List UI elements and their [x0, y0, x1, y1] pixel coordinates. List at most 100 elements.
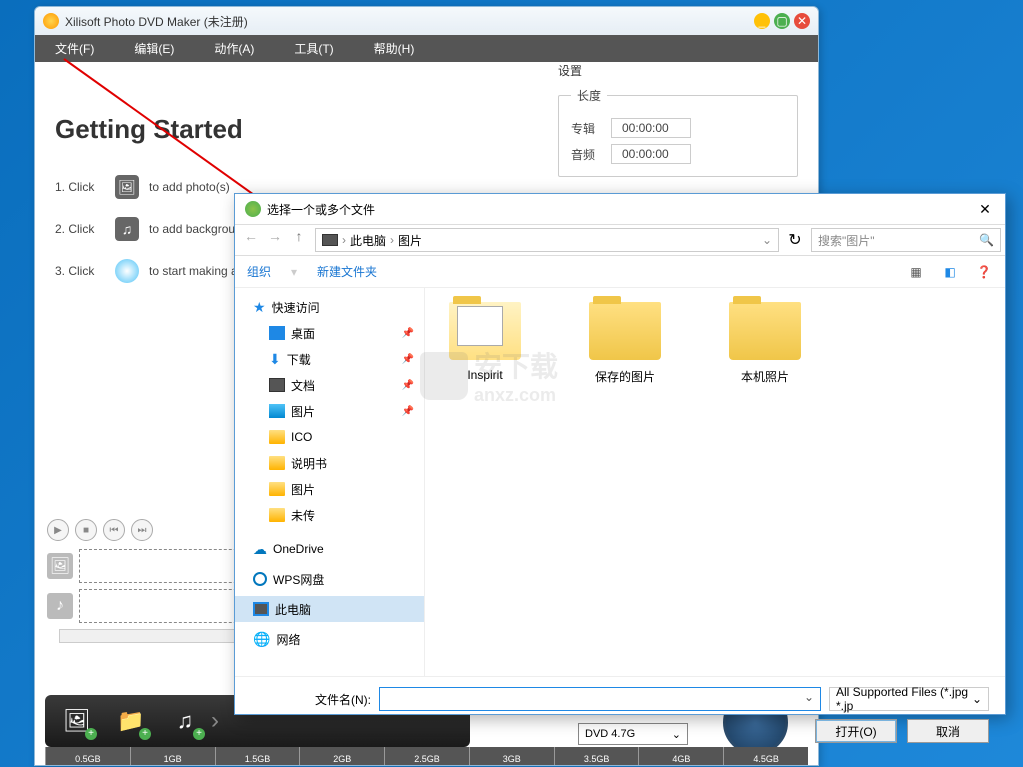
length-legend: 长度: [571, 87, 607, 104]
tree-pictures[interactable]: 图片📌: [235, 398, 424, 424]
dialog-title: 选择一个或多个文件: [267, 201, 375, 218]
folder-tree: ★快速访问 桌面📌 ⬇下载📌 文档📌 图片📌 ICO 说明书 图片 未传 ☁On…: [235, 288, 425, 676]
menu-file[interactable]: 文件(F): [55, 40, 94, 57]
dialog-icon: [245, 201, 261, 217]
cloud-icon: ☁: [253, 541, 267, 558]
refresh-button[interactable]: ↻: [783, 230, 807, 250]
folder-inspirit[interactable]: Inspirit: [435, 302, 535, 382]
folder-icon: [269, 430, 285, 444]
add-photo-icon[interactable]: 🖼: [115, 175, 139, 199]
dialog-close-button[interactable]: ✕: [975, 201, 995, 218]
tree-ico[interactable]: ICO: [235, 424, 424, 450]
length-fieldset: 长度 专辑 00:00:00 音频 00:00:00: [558, 87, 798, 177]
settings-panel: 设置 长度 专辑 00:00:00 音频 00:00:00: [558, 62, 798, 177]
add-photo-button[interactable]: 🖼+: [59, 704, 95, 738]
step2-num: 2. Click: [55, 222, 105, 236]
dialog-toolbar: 组织 ▾ 新建文件夹 ▦ ◧ ❓: [235, 256, 1005, 288]
pictures-icon: [269, 404, 285, 418]
breadcrumb-sep-icon: ›: [342, 233, 346, 247]
tree-quickaccess[interactable]: ★快速访问: [235, 294, 424, 320]
organize-button[interactable]: 组织: [247, 263, 271, 280]
tree-manual[interactable]: 说明书: [235, 450, 424, 476]
tree-network[interactable]: 🌐网络: [235, 626, 424, 652]
pin-icon: 📌: [402, 328, 414, 339]
pin-icon: 📌: [402, 406, 414, 417]
add-folder-button[interactable]: 📁+: [113, 704, 149, 738]
step1-num: 1. Click: [55, 180, 105, 194]
open-button[interactable]: 打开(O): [815, 719, 897, 743]
menu-tool[interactable]: 工具(T): [294, 40, 333, 57]
add-music-button[interactable]: ♫+: [167, 704, 203, 738]
download-icon: ⬇: [269, 351, 281, 368]
dialog-navbar: ← → ↑ › 此电脑 › 图片 ⌄ ↻ 搜索"图片" 🔍: [235, 224, 1005, 256]
nav-up-button[interactable]: ↑: [287, 228, 311, 252]
folder-icon: [589, 302, 661, 360]
file-grid: Inspirit 保存的图片 本机照片: [425, 288, 1005, 676]
menu-action[interactable]: 动作(A): [214, 40, 254, 57]
folder-icon: [449, 302, 521, 360]
breadcrumb-root[interactable]: 此电脑: [350, 232, 386, 249]
folder-icon: [269, 508, 285, 522]
audio-label: 音频: [571, 146, 611, 163]
help-button[interactable]: ❓: [975, 264, 993, 280]
nav-forward-button[interactable]: →: [263, 228, 287, 252]
tree-downloads[interactable]: ⬇下载📌: [235, 346, 424, 372]
breadcrumb-folder[interactable]: 图片: [398, 232, 422, 249]
dialog-titlebar: 选择一个或多个文件 ✕: [235, 194, 1005, 224]
next-button[interactable]: ⏭: [131, 519, 153, 541]
folder-icon: [269, 456, 285, 470]
thispc-icon: [253, 602, 269, 616]
play-button[interactable]: ▶: [47, 519, 69, 541]
step3-num: 3. Click: [55, 264, 105, 278]
dialog-bottom: 文件名(N): All Supported Files (*.jpg *.jp⌄…: [235, 676, 1005, 748]
app-title: Xilisoft Photo DVD Maker (未注册): [65, 13, 248, 30]
settings-label: 设置: [558, 62, 798, 79]
menu-edit[interactable]: 编辑(E): [134, 40, 174, 57]
tree-desktop[interactable]: 桌面📌: [235, 320, 424, 346]
star-icon: ★: [253, 299, 266, 316]
titlebar: Xilisoft Photo DVD Maker (未注册) _ ▢ ✕: [35, 7, 818, 35]
filetype-filter[interactable]: All Supported Files (*.jpg *.jp⌄: [829, 687, 989, 711]
desktop-icon: [269, 326, 285, 340]
folder-saved-pictures[interactable]: 保存的图片: [575, 302, 675, 385]
tree-thispc[interactable]: 此电脑: [235, 596, 424, 622]
cancel-button[interactable]: 取消: [907, 719, 989, 743]
path-chevron-down-icon[interactable]: ⌄: [762, 233, 772, 247]
view-thumbnail-button[interactable]: ▦: [907, 264, 925, 280]
view-preview-button[interactable]: ◧: [941, 264, 959, 280]
document-icon: [269, 378, 285, 392]
breadcrumb-sep-icon: ›: [390, 233, 394, 247]
tree-untransferred[interactable]: 未传: [235, 502, 424, 528]
tree-documents[interactable]: 文档📌: [235, 372, 424, 398]
stop-button[interactable]: ■: [75, 519, 97, 541]
file-open-dialog: 选择一个或多个文件 ✕ ← → ↑ › 此电脑 › 图片 ⌄ ↻ 搜索"图片" …: [234, 193, 1006, 715]
tree-wps[interactable]: WPS网盘: [235, 566, 424, 592]
maximize-button[interactable]: ▢: [774, 13, 790, 29]
pin-icon: 📌: [402, 380, 414, 391]
album-value[interactable]: 00:00:00: [611, 118, 691, 138]
thispc-icon: [322, 234, 338, 246]
make-dvd-icon[interactable]: [115, 259, 139, 283]
search-input[interactable]: 搜索"图片" 🔍: [811, 228, 1001, 252]
newfolder-button[interactable]: 新建文件夹: [317, 263, 377, 280]
path-bar[interactable]: › 此电脑 › 图片 ⌄: [315, 228, 779, 252]
album-label: 专辑: [571, 120, 611, 137]
close-button[interactable]: ✕: [794, 13, 810, 29]
add-audio-icon[interactable]: ♫: [115, 217, 139, 241]
minimize-button[interactable]: _: [754, 13, 770, 29]
tree-onedrive[interactable]: ☁OneDrive: [235, 536, 424, 562]
pin-icon: 📌: [402, 354, 414, 365]
filename-input[interactable]: [379, 687, 821, 711]
tree-pics2[interactable]: 图片: [235, 476, 424, 502]
step2-text: to add backgroun: [149, 222, 242, 236]
prev-button[interactable]: ⏮: [103, 519, 125, 541]
nav-back-button[interactable]: ←: [239, 228, 263, 252]
menu-help[interactable]: 帮助(H): [374, 40, 415, 57]
audio-value[interactable]: 00:00:00: [611, 144, 691, 164]
folder-camera-roll[interactable]: 本机照片: [715, 302, 815, 385]
more-actions-chevron-icon[interactable]: ›: [211, 707, 219, 735]
menubar: 文件(F) 编辑(E) 动作(A) 工具(T) 帮助(H): [35, 35, 818, 62]
folder-icon: [269, 482, 285, 496]
step3-text: to start making a: [149, 264, 238, 278]
folder-icon: [729, 302, 801, 360]
